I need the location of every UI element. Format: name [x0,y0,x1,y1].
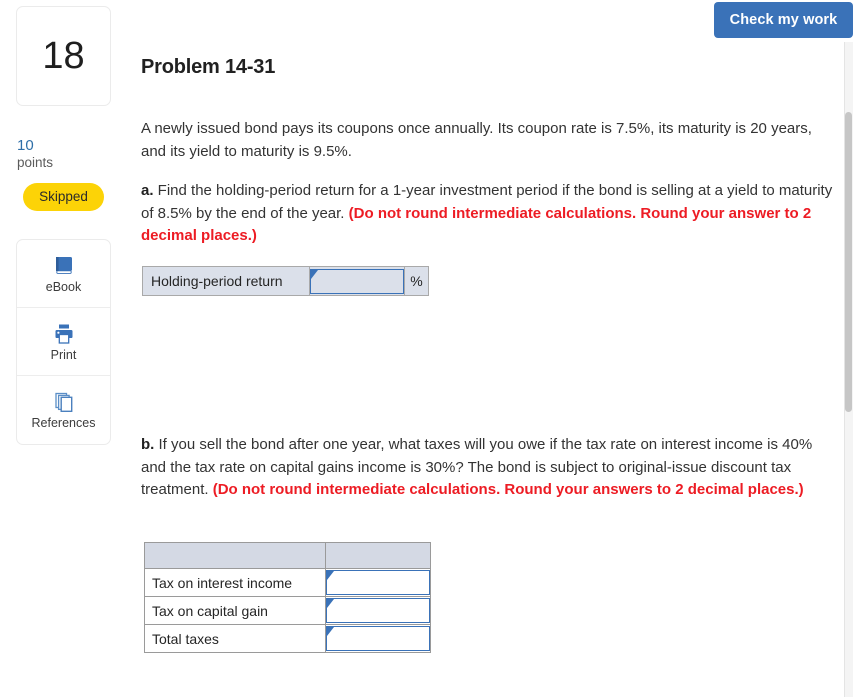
holding-period-return-field-wrap [310,268,404,294]
holding-period-return-input[interactable] [311,269,403,293]
references-label: References [31,416,96,431]
tax-on-interest-income-input[interactable] [327,571,429,594]
total-taxes-input[interactable] [327,627,429,650]
tools-card: eBook Print References [16,238,111,445]
tax-on-capital-gain-label: Tax on capital gain [144,596,326,625]
page-title: Problem 14-31 [141,56,276,78]
table-header-row [144,542,431,569]
total-taxes-label: Total taxes [144,624,326,653]
problem-page: Check my work 18 10 points Skipped eBook… [0,0,853,697]
tax-on-interest-income-field-wrap [326,570,430,595]
table-row: Tax on interest income [144,568,431,597]
table-row: Total taxes [144,624,431,653]
references-button[interactable]: References [17,376,110,444]
tax-on-interest-income-label: Tax on interest income [144,568,326,597]
tax-on-interest-income-cell [325,568,431,597]
question-number-card: 18 [16,6,111,106]
part-a-marker: a. [141,182,154,199]
holding-period-return-label: Holding-period return [142,266,310,296]
part-b-answer-table: Tax on interest income Tax on capital ga… [144,542,431,653]
question-number: 18 [42,35,85,77]
question-sidebar: 18 10 points Skipped eBook Print Referen… [16,6,111,445]
status-badge[interactable]: Skipped [23,182,104,211]
total-taxes-cell [325,624,431,653]
part-b-note: (Do not round intermediate calculations.… [212,481,804,498]
check-my-work-button[interactable]: Check my work [714,2,853,38]
intro-paragraph: A newly issued bond pays its coupons onc… [141,118,838,163]
tax-on-capital-gain-field-wrap [326,598,430,623]
ebook-label: eBook [45,279,82,294]
tax-on-capital-gain-cell [325,596,431,625]
page-scrollbar-thumb[interactable] [845,112,852,412]
points-label: points [17,154,54,170]
points-block: 10 points [16,138,111,172]
part-b-paragraph: b. If you sell the bond after one year, … [141,434,838,502]
print-button[interactable]: Print [17,308,110,376]
points-value: 10 [17,137,34,154]
ebook-icon [52,254,76,278]
part-a-paragraph: a. Find the holding-period return for a … [141,180,838,248]
table-row: Tax on capital gain [144,596,431,625]
holding-period-return-cell [309,266,405,296]
part-a-answer-table: Holding-period return % [142,266,429,296]
header-cell-value [325,542,431,569]
percent-unit-label: % [404,266,429,296]
print-label: Print [50,347,77,362]
intro-text: A newly issued bond pays its coupons onc… [141,120,812,160]
part-b-marker: b. [141,436,155,453]
page-scrollbar-track[interactable] [844,42,853,697]
table-row: Holding-period return % [142,266,429,296]
header-cell-label [144,542,326,569]
total-taxes-field-wrap [326,626,430,651]
ebook-button[interactable]: eBook [17,240,110,308]
print-icon [52,322,76,346]
references-icon [52,390,76,414]
tax-on-capital-gain-input[interactable] [327,599,429,622]
